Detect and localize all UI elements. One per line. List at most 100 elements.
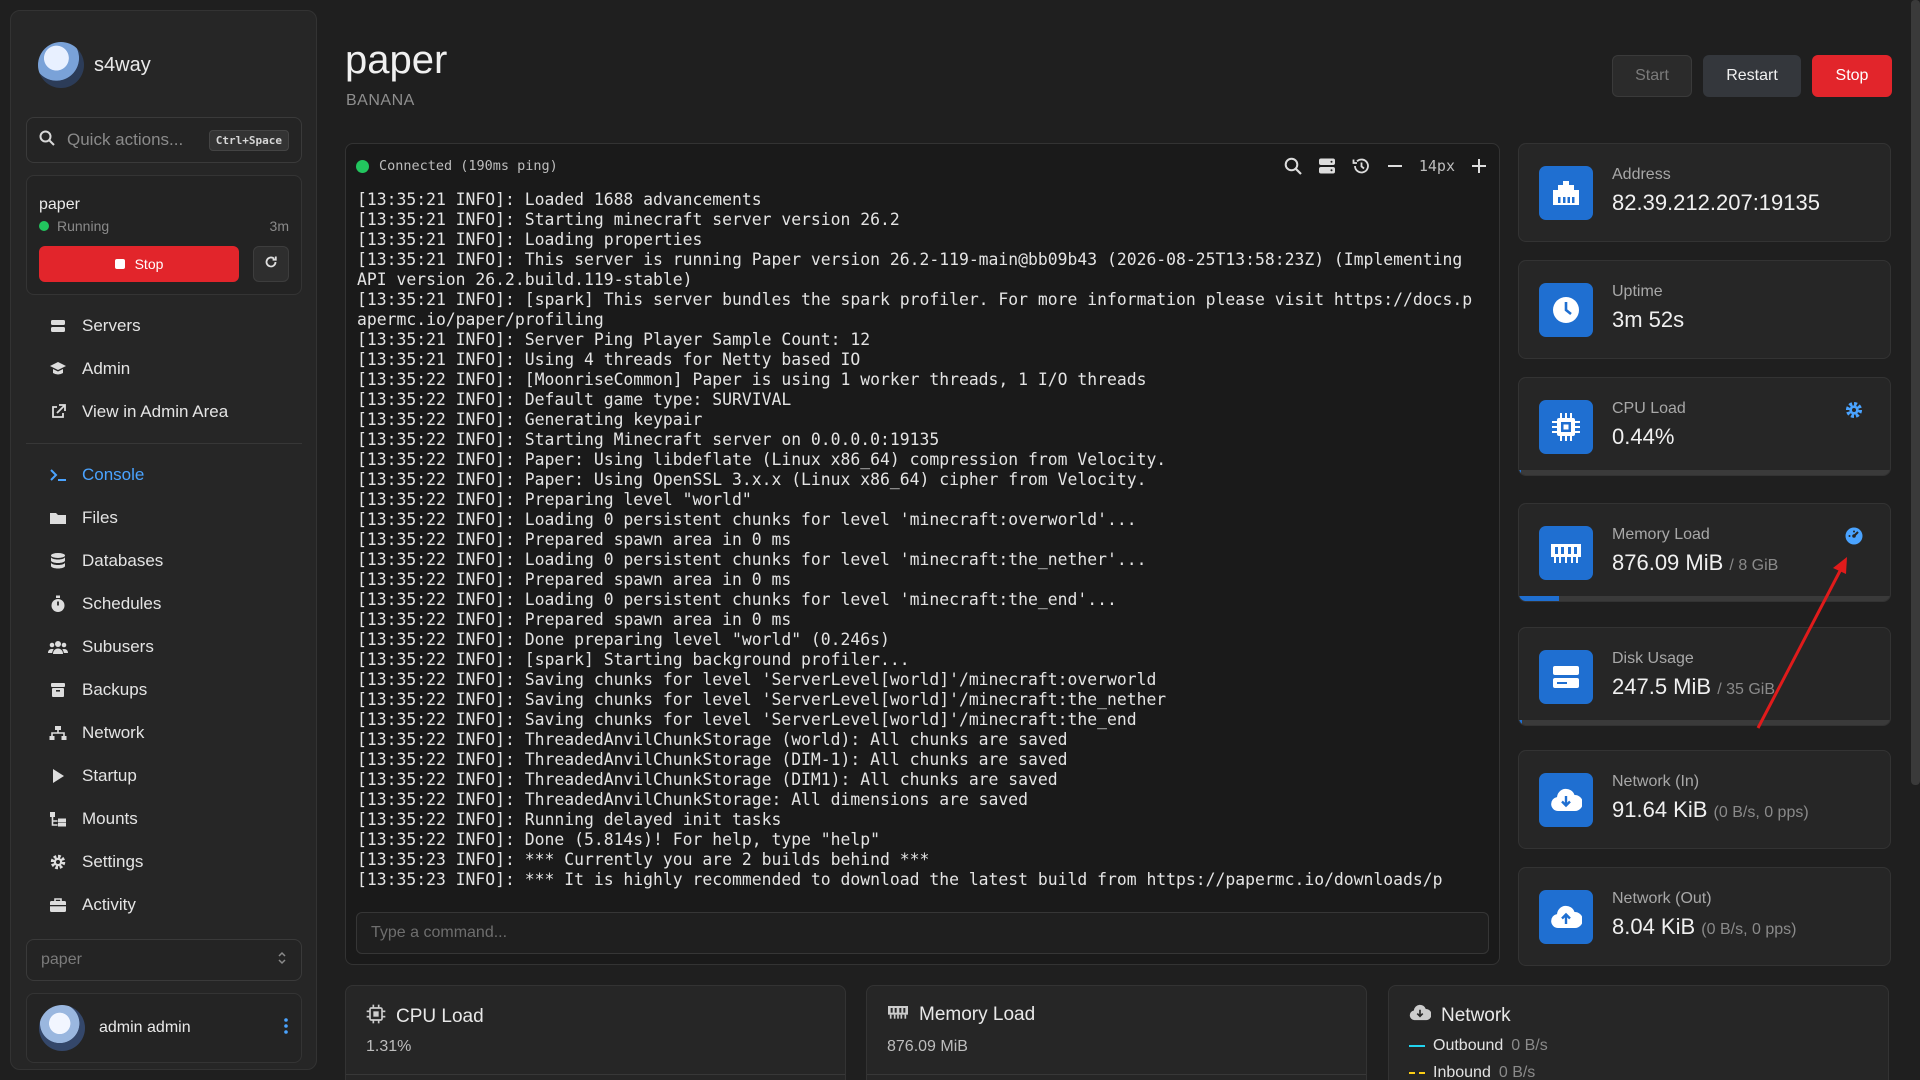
sidebar-item-startup[interactable]: Startup [26,754,302,797]
ethernet-icon [1539,166,1593,220]
sidebar-item-settings[interactable]: Settings [26,840,302,883]
sidebar-item-mounts[interactable]: Mounts [26,797,302,840]
quick-actions-search[interactable]: Quick actions... Ctrl+Space [26,117,302,163]
stat-value: 91.64 KiB (0 B/s, 0 pps) [1612,797,1809,823]
graph-card-memory: Memory Load 876.09 MiB [866,985,1367,1080]
stat-card-memory: Memory Load 876.09 MiB / 8 GiB [1518,503,1891,602]
sidebar-item-network[interactable]: Network [26,711,302,754]
console-line: [13:35:22 INFO]: ThreadedAnvilChunkStora… [357,770,1058,789]
network-out-value: 8.04 KiB [1612,914,1696,939]
stat-value: 3m 52s [1612,307,1685,332]
gear-icon[interactable] [1844,400,1864,425]
terminal-icon [48,465,68,485]
command-input[interactable] [356,912,1489,954]
sidebar-item-files[interactable]: Files [26,496,302,539]
console-line: [13:35:21 INFO]: Server Ping Player Samp… [357,330,871,349]
kebab-menu-icon[interactable] [283,1017,289,1040]
brand[interactable]: s4way [38,39,151,91]
server-name[interactable]: paper [39,196,80,214]
stop-button[interactable]: Stop [1812,55,1892,97]
console-line: [13:35:21 INFO]: Loaded 1688 advancement… [357,190,762,209]
console-line: [13:35:22 INFO]: Prepared spawn area in … [357,530,792,549]
server-icon [48,316,68,336]
legend-inbound[interactable]: Inbound 0 B/s [1409,1064,1535,1080]
graph-baseline [867,1074,1366,1075]
legend-outbound[interactable]: Outbound 0 B/s [1409,1037,1548,1055]
sidebar-stop-button[interactable]: Stop [39,246,239,282]
user-card[interactable]: admin admin [26,993,302,1063]
sidebar-item-backups[interactable]: Backups [26,668,302,711]
nav-top: Servers Admin View in Admin Area [26,304,302,433]
stop-icon [114,259,125,269]
stat-card-cpu: CPU Load 0.44% [1518,377,1891,476]
network-in-value: 91.64 KiB [1612,797,1708,822]
console-line: [13:35:22 INFO]: Paper: Using libdeflate… [357,450,1167,469]
avatar [39,1005,85,1051]
cpu-progress-fill [1519,470,1521,475]
mount-icon [48,809,68,829]
sidebar-item-databases[interactable]: Databases [26,539,302,582]
cloud-upload-icon [1539,890,1593,944]
sidebar-restart-button[interactable] [253,246,289,282]
cpu-progress [1519,470,1890,475]
stat-card-network-in: Network (In) 91.64 KiB (0 B/s, 0 pps) [1518,750,1891,849]
sidebar-item-servers[interactable]: Servers [26,304,302,347]
console-line: [13:35:22 INFO]: Done (5.814s)! For help… [357,830,881,849]
console-line: [13:35:21 INFO]: Loading properties [357,230,703,249]
console-line: [13:35:22 INFO]: Saving chunks for level… [357,690,1167,709]
sidebar-item-label: View in Admin Area [82,401,229,421]
memory-limit: / 8 GiB [1729,557,1779,574]
network-icon [48,723,68,743]
stat-label: Network (Out) [1612,890,1712,907]
sidebar-item-schedules[interactable]: Schedules [26,582,302,625]
plus-icon[interactable] [1469,156,1489,176]
stopwatch-icon [48,594,68,614]
console-tools: 14px [1283,156,1489,176]
stat-card-network-out: Network (Out) 8.04 KiB (0 B/s, 0 pps) [1518,867,1891,966]
hard-drive-icon [1539,650,1593,704]
server-select-value: paper [41,951,82,968]
console-panel: Connected (190ms ping) 14px [13:35:21 IN… [345,143,1500,965]
legend-label: Inbound [1433,1064,1491,1080]
page-scrollbar[interactable] [1911,0,1920,785]
brand-logo [38,42,84,88]
console-line: [13:35:22 INFO]: Saving chunks for level… [357,710,1137,729]
server-status-text: Running [57,218,110,234]
sidebar-item-view-in-admin-area[interactable]: View in Admin Area [26,390,302,433]
gauge-icon[interactable] [1844,526,1864,551]
server-select[interactable]: paper [26,939,302,981]
minus-icon[interactable] [1385,156,1405,176]
sidebar-item-label: Console [82,464,145,484]
graph-value: 876.09 MiB [887,1038,968,1055]
start-button[interactable]: Start [1612,55,1692,97]
search-icon[interactable] [1283,156,1303,176]
sidebar-item-subusers[interactable]: Subusers [26,625,302,668]
graph-title: Memory Load [887,1004,1035,1026]
sidebar-item-console[interactable]: Console [26,453,302,496]
cloud-download-icon [1409,1004,1432,1027]
console-line: [13:35:22 INFO]: Generating keypair [357,410,703,429]
sidebar-item-activity[interactable]: Activity [26,883,302,926]
sidebar-item-label: Activity [82,894,136,914]
history-icon[interactable] [1351,156,1371,176]
chevron-updown-icon [277,951,287,970]
stat-value[interactable]: 82.39.212.207:19135 [1612,190,1820,216]
restart-button[interactable]: Restart [1703,55,1801,97]
console-line: [13:35:22 INFO]: Done preparing level "w… [357,630,890,649]
status-dot [39,221,49,231]
console-line: [13:35:23 INFO]: *** It is highly recomm… [357,870,1443,889]
stat-label: Uptime [1612,283,1663,300]
search-icon [39,130,55,151]
nav-main: Console Files Databases Schedules Subuse… [26,453,302,926]
console-line: [13:35:22 INFO]: Paper: Using OpenSSL 3.… [357,470,1147,489]
sidebar-item-label: Servers [82,315,141,335]
legend-value: 0 B/s [1511,1037,1548,1054]
stat-label: Network (In) [1612,773,1700,790]
cpu-icon [366,1004,386,1030]
console-line: [13:35:22 INFO]: ThreadedAnvilChunkStora… [357,790,1029,809]
server-icon[interactable] [1317,156,1337,176]
play-icon [48,766,68,786]
network-in-rate: (0 B/s, 0 pps) [1713,804,1809,821]
sidebar-item-label: Databases [82,550,164,570]
sidebar-item-admin[interactable]: Admin [26,347,302,390]
